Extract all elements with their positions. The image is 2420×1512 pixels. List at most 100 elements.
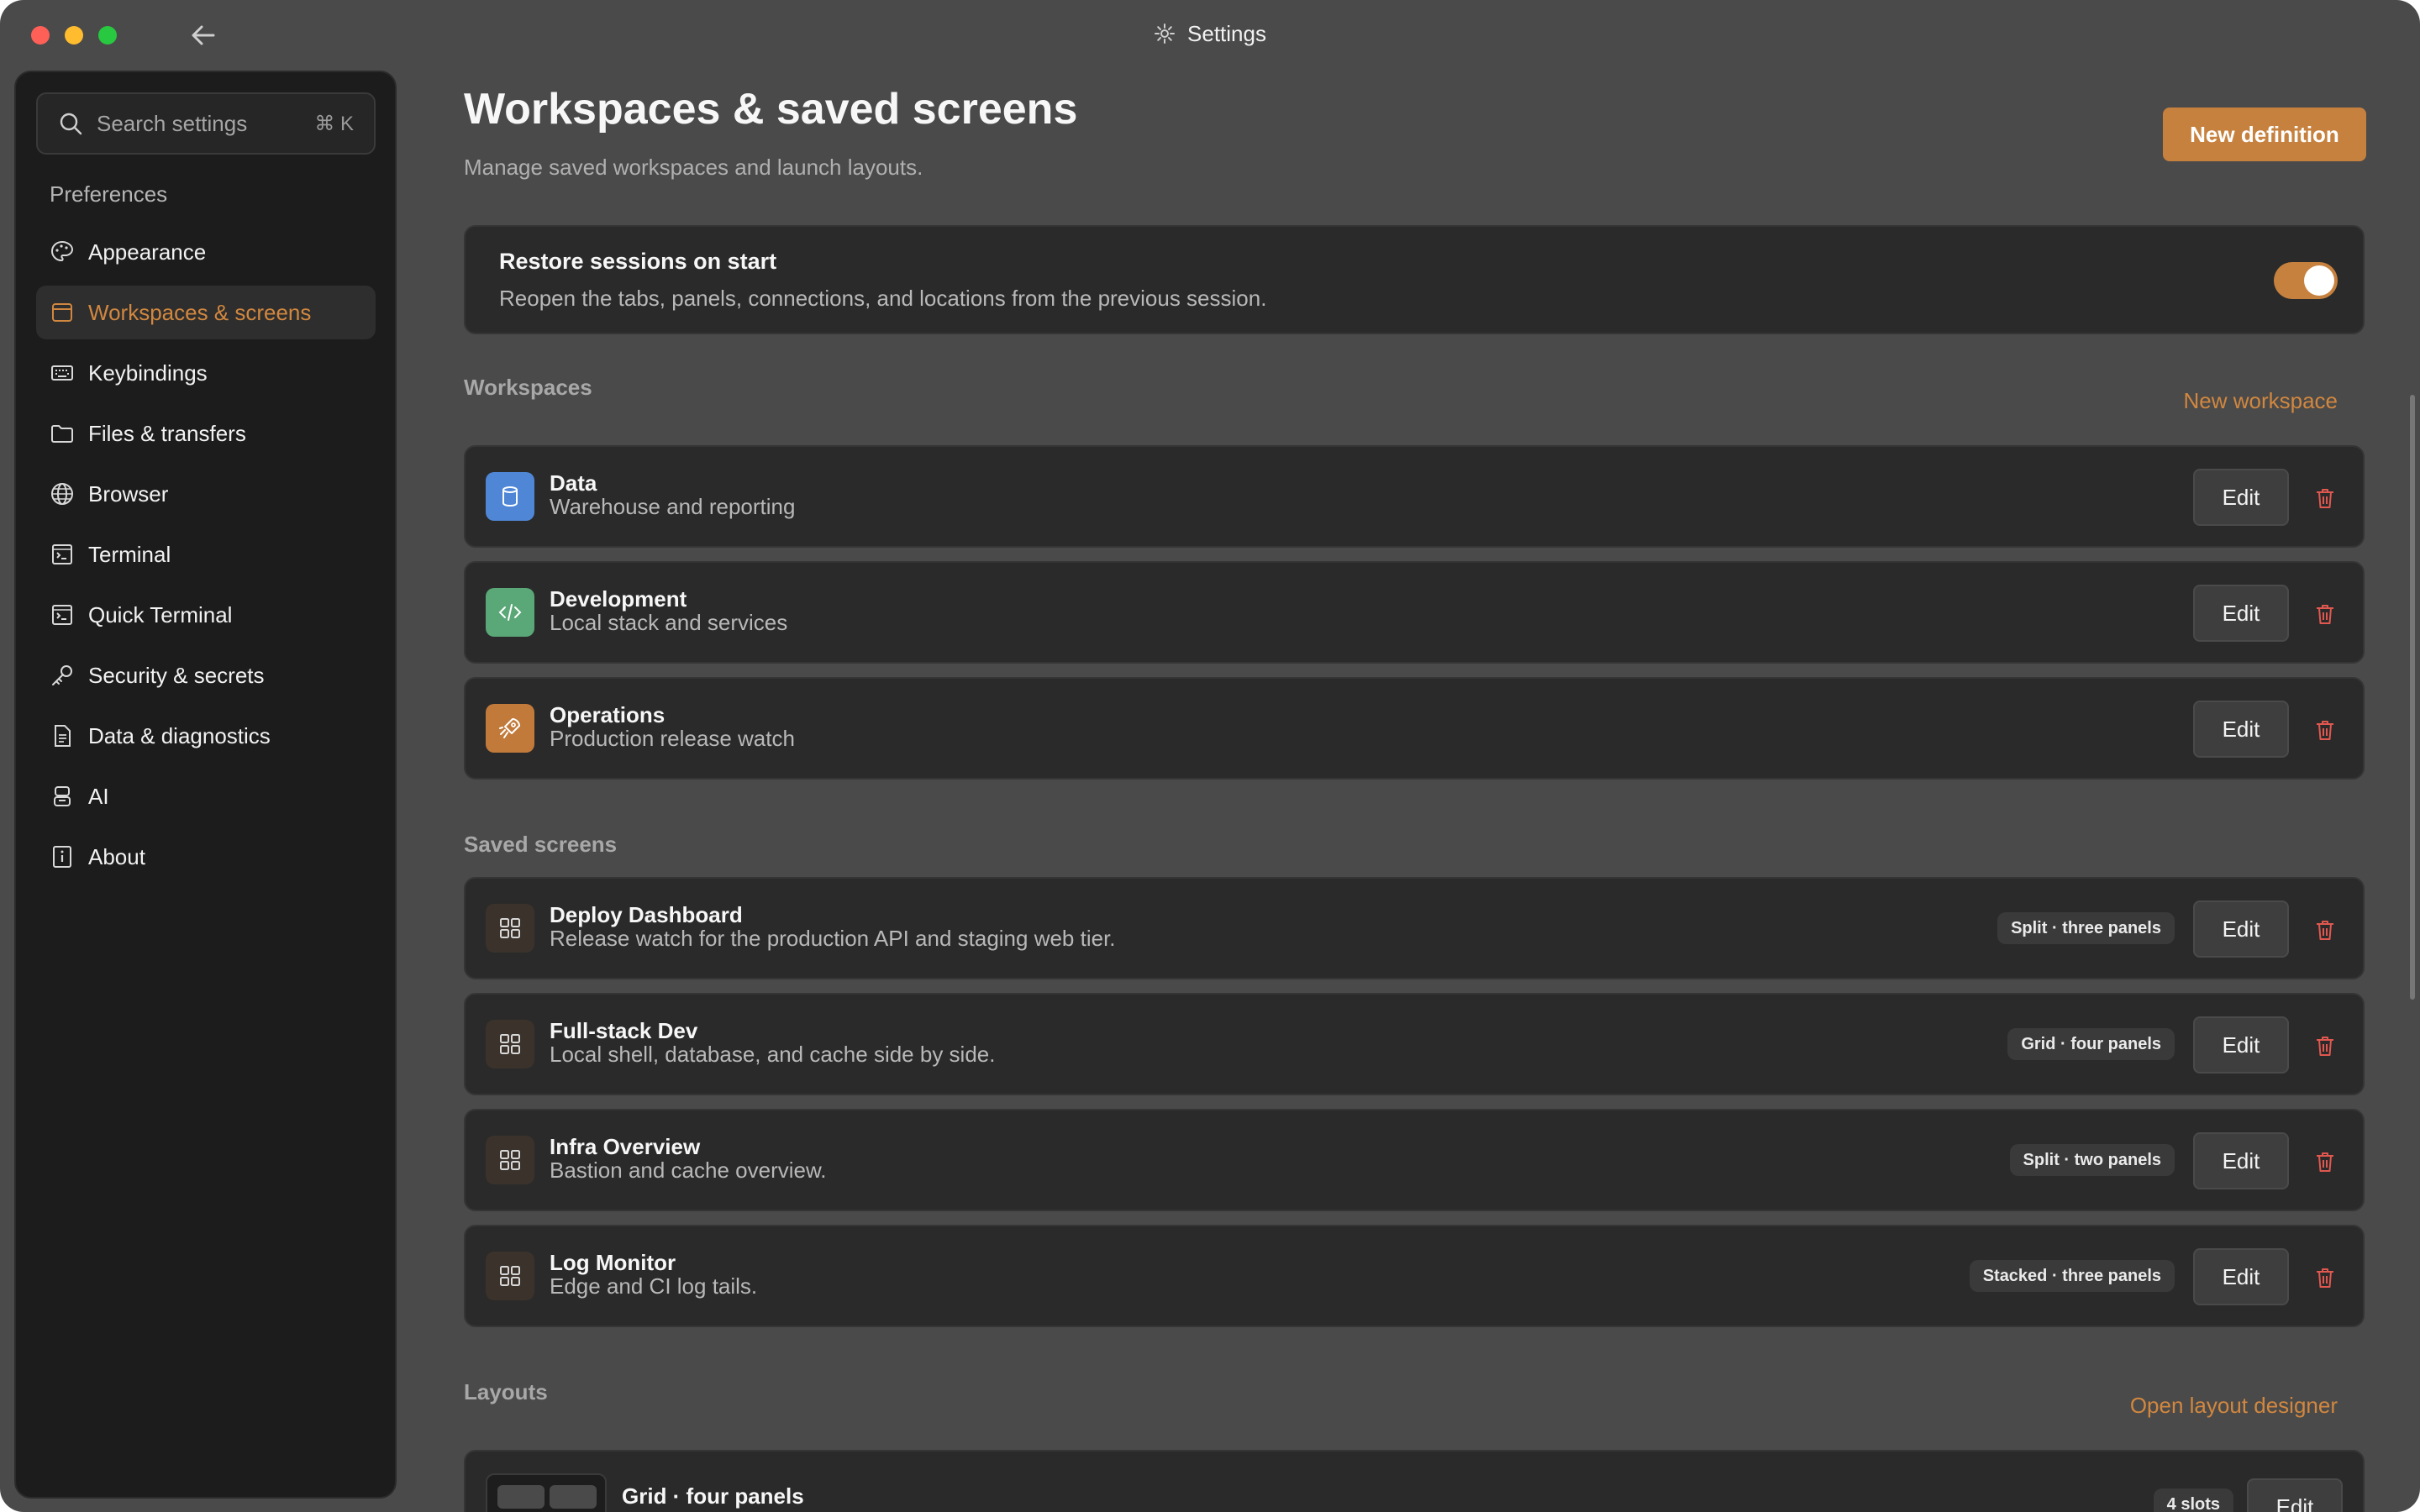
terminal-icon: [52, 605, 72, 625]
search-placeholder: Search settings: [97, 110, 248, 136]
sidebar-item-terminal[interactable]: Terminal: [36, 528, 376, 581]
restore-sessions-title: Restore sessions on start: [499, 249, 777, 274]
sidebar-nav: Appearance Workspaces & screens Keybindi…: [36, 225, 376, 890]
scrollbar[interactable]: [2410, 395, 2415, 1000]
sidebar-item-label: Keybindings: [88, 360, 208, 386]
workspace-description: Local stack and services: [550, 610, 788, 635]
trash-icon[interactable]: [2312, 1265, 2338, 1290]
page-title: Workspaces & saved screens: [464, 85, 1078, 134]
sidebar-item-label: Terminal: [88, 541, 171, 567]
screen-description: Edge and CI log tails.: [550, 1273, 758, 1299]
sidebar-item-label: Data & diagnostics: [88, 722, 271, 748]
trash-icon[interactable]: [2312, 486, 2338, 511]
sidebar-item-label: Files & transfers: [88, 420, 246, 446]
layout-cell: [497, 1485, 544, 1509]
grid-icon: [500, 1034, 520, 1054]
slots-badge: 4 slots: [2153, 1488, 2233, 1512]
layouts-heading: Layouts: [464, 1379, 548, 1404]
screen-description: Bastion and cache overview.: [550, 1158, 827, 1183]
screen-name: Log Monitor: [550, 1250, 676, 1275]
workspace-description: Production release watch: [550, 726, 795, 751]
search-input[interactable]: Search settings ⌘ K: [36, 92, 376, 155]
workspace-tile: [486, 588, 534, 637]
new-definition-button[interactable]: New definition: [2163, 108, 2366, 161]
search-shortcut: ⌘ K: [314, 112, 354, 135]
sidebar-heading: Preferences: [50, 181, 168, 207]
layout-row[interactable]: Grid · four panels 4 slots Edit: [464, 1450, 2365, 1512]
key-icon: [52, 665, 72, 685]
sidebar-item-label: Appearance: [88, 239, 207, 265]
edit-button[interactable]: Edit: [2193, 900, 2289, 958]
info-icon: [53, 846, 71, 868]
workspace-description: Warehouse and reporting: [550, 494, 796, 519]
sidebar-item-ai[interactable]: AI: [36, 769, 376, 823]
sidebar-item-appearance[interactable]: Appearance: [36, 225, 376, 279]
sidebar-item-browser[interactable]: Browser: [36, 467, 376, 521]
workspaces-heading: Workspaces: [464, 375, 592, 400]
trash-icon[interactable]: [2312, 1149, 2338, 1174]
globe-icon: [51, 483, 73, 505]
edit-button[interactable]: Edit: [2193, 469, 2289, 526]
workspace-tile: [486, 472, 534, 521]
terminal-icon: [52, 544, 72, 564]
sidebar-item-security[interactable]: Security & secrets: [36, 648, 376, 702]
screen-description: Release watch for the production API and…: [550, 926, 1116, 951]
document-icon: [55, 725, 71, 747]
saved-screen-row[interactable]: Full-stack Dev Local shell, database, an…: [464, 993, 2365, 1095]
workspace-row[interactable]: Data Warehouse and reporting Edit: [464, 445, 2365, 548]
edit-button[interactable]: Edit: [2193, 1132, 2289, 1189]
edit-button[interactable]: Edit: [2193, 701, 2289, 758]
keyboard-icon: [51, 365, 73, 381]
workspace-row[interactable]: Operations Production release watch Edit: [464, 677, 2365, 780]
sidebar: Search settings ⌘ K Preferences Appearan…: [14, 71, 397, 1499]
code-icon: [498, 604, 522, 621]
restore-sessions-toggle[interactable]: [2274, 262, 2338, 299]
screen-tile: [486, 1020, 534, 1068]
saved-screen-row[interactable]: Log Monitor Edge and CI log tails. Stack…: [464, 1225, 2365, 1327]
grid-icon: [500, 918, 520, 938]
open-layout-designer-link[interactable]: Open layout designer: [2130, 1393, 2338, 1419]
sidebar-item-quick-terminal[interactable]: Quick Terminal: [36, 588, 376, 642]
title-bar: Settings: [0, 0, 2420, 69]
new-workspace-link[interactable]: New workspace: [2183, 388, 2338, 414]
layout-thumbnail: [486, 1473, 607, 1512]
workspace-tile: [486, 704, 534, 753]
edit-button[interactable]: Edit: [2193, 1248, 2289, 1305]
saved-screen-row[interactable]: Infra Overview Bastion and cache overvie…: [464, 1109, 2365, 1211]
main-content: Workspaces & saved screens Manage saved …: [464, 71, 2366, 1512]
screen-tile: [486, 1136, 534, 1184]
trash-icon[interactable]: [2312, 1033, 2338, 1058]
folder-icon: [51, 425, 73, 443]
rocket-icon: [499, 718, 520, 738]
layout-badge: Stacked · three panels: [1969, 1260, 2175, 1292]
sidebar-item-data-diagnostics[interactable]: Data & diagnostics: [36, 709, 376, 763]
restore-sessions-description: Reopen the tabs, panels, connections, an…: [499, 286, 1267, 311]
layout-badge: Split · two panels: [2009, 1144, 2175, 1176]
restore-sessions-card: Restore sessions on start Reopen the tab…: [464, 225, 2365, 334]
trash-icon[interactable]: [2312, 717, 2338, 743]
screen-name: Infra Overview: [550, 1134, 701, 1159]
sidebar-item-workspaces[interactable]: Workspaces & screens: [36, 286, 376, 339]
trash-icon[interactable]: [2312, 917, 2338, 942]
layout-badge: Split · three panels: [1997, 912, 2175, 944]
settings-window: Settings Search settings ⌘ K Preferences…: [0, 0, 2420, 1512]
palette-icon: [50, 240, 74, 262]
sidebar-item-about[interactable]: About: [36, 830, 376, 884]
database-icon: [502, 486, 518, 507]
workspace-name: Operations: [550, 702, 666, 727]
edit-button[interactable]: Edit: [2193, 585, 2289, 642]
edit-button[interactable]: Edit: [2193, 1016, 2289, 1074]
edit-button[interactable]: Edit: [2247, 1478, 2343, 1512]
workspace-row[interactable]: Development Local stack and services Edi…: [464, 561, 2365, 664]
grid-icon: [500, 1150, 520, 1170]
trash-icon[interactable]: [2312, 601, 2338, 627]
robot-icon: [54, 786, 71, 806]
window-icon: [52, 303, 72, 322]
saved-screen-row[interactable]: Deploy Dashboard Release watch for the p…: [464, 877, 2365, 979]
page-subtitle: Manage saved workspaces and launch layou…: [464, 155, 923, 180]
sidebar-item-keybindings[interactable]: Keybindings: [36, 346, 376, 400]
workspace-name: Data: [550, 470, 597, 496]
sidebar-item-files[interactable]: Files & transfers: [36, 407, 376, 460]
layout-name: Grid · four panels: [622, 1483, 804, 1509]
window-title-group: Settings: [0, 18, 2420, 49]
